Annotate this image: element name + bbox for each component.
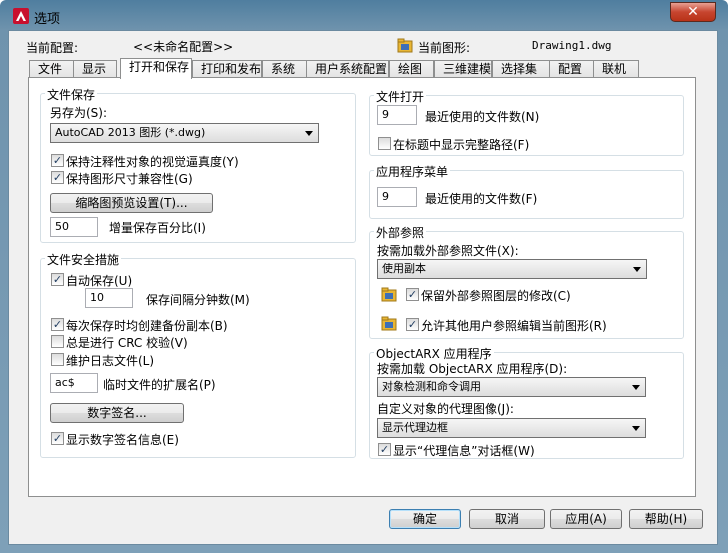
app-menu-recent-input[interactable]: 9 [377, 187, 417, 207]
recent-files-label: 最近使用的文件数(N) [425, 110, 540, 124]
digital-signatures-button[interactable]: 数字签名... [50, 403, 184, 423]
proxy-image-label: 自定义对象的代理图像(J): [377, 402, 514, 416]
proxy-image-select-value: 显示代理边框 [382, 421, 448, 434]
proxy-info-checkbox[interactable]: ✓ [378, 443, 391, 456]
current-drawing-value: Drawing1.dwg [532, 39, 612, 52]
file-save-title: 文件保存 [45, 86, 98, 103]
chevron-down-icon [632, 385, 640, 390]
window-title: 选项 [34, 12, 61, 27]
saveas-label: 另存为(S): [50, 106, 108, 120]
tab-profiles[interactable]: 配置 [549, 60, 594, 78]
maintain-drawing-label: 保持图形尺寸兼容性(G) [66, 172, 193, 186]
temp-ext-label: 临时文件的扩展名(P) [103, 378, 216, 392]
proxy-image-select[interactable]: 显示代理边框 [377, 418, 646, 438]
objectarx-load-label: 按需加载 ObjectARX 应用程序(D): [377, 362, 568, 376]
drawing-file-icon [397, 38, 413, 53]
tab-drafting[interactable]: 绘图 [389, 60, 434, 78]
file-safety-title: 文件安全措施 [45, 251, 122, 268]
file-open-title: 文件打开 [374, 88, 427, 105]
xref-demand-select[interactable]: 使用副本 [377, 259, 647, 279]
autosave-label: 自动保存(U) [66, 274, 133, 288]
app-menu-title: 应用程序菜单 [374, 163, 451, 180]
current-drawing-label: 当前图形: [418, 41, 471, 55]
autosave-minutes-label: 保存间隔分钟数(M) [146, 293, 250, 307]
recent-files-input[interactable]: 9 [377, 105, 417, 125]
tab-plot-publish[interactable]: 打印和发布 [192, 60, 262, 78]
crc-label: 总是进行 CRC 校验(V) [66, 336, 188, 350]
objectarx-load-select[interactable]: 对象检测和命令调用 [377, 377, 646, 397]
autosave-minutes-input[interactable]: 10 [85, 288, 133, 308]
tab-system[interactable]: 系统 [262, 60, 307, 78]
objectarx-load-select-value: 对象检测和命令调用 [382, 380, 481, 393]
xref-edit-icon [381, 316, 397, 331]
allow-xref-edit-label: 允许其他用户参照编辑当前图形(R) [421, 319, 607, 333]
show-signature-label: 显示数字签名信息(E) [66, 433, 179, 447]
options-dialog: 选项 ✕ 当前配置: <<未命名配置>> 当前图形: Drawing1.dwg … [0, 0, 728, 553]
retain-xref-checkbox[interactable]: ✓ [406, 288, 419, 301]
allow-xref-edit-checkbox[interactable]: ✓ [406, 318, 419, 331]
thumbnail-settings-button[interactable]: 缩略图预览设置(T)... [50, 193, 213, 213]
maintain-drawing-checkbox[interactable]: ✓ [51, 171, 64, 184]
app-menu-recent-label: 最近使用的文件数(F) [425, 192, 538, 206]
crc-checkbox[interactable] [51, 335, 64, 348]
tab-files[interactable]: 文件 [29, 60, 74, 78]
chevron-down-icon [633, 267, 641, 272]
incremental-save-input[interactable]: 50 [50, 217, 98, 237]
full-path-checkbox[interactable] [378, 137, 391, 150]
help-button[interactable]: 帮助(H) [629, 509, 703, 529]
title-bar: 选项 ✕ [0, 0, 728, 30]
tab-3d-modeling[interactable]: 三维建模 [434, 60, 492, 78]
backup-checkbox[interactable]: ✓ [51, 318, 64, 331]
retain-xref-label: 保留外部参照图层的修改(C) [421, 289, 571, 303]
autosave-checkbox[interactable]: ✓ [51, 273, 64, 286]
logfile-checkbox[interactable] [51, 353, 64, 366]
backup-label: 每次保存时均创建备份副本(B) [66, 319, 228, 333]
maintain-visual-checkbox[interactable]: ✓ [51, 154, 64, 167]
apply-button[interactable]: 应用(A) [550, 509, 622, 529]
xref-demand-select-value: 使用副本 [382, 262, 426, 275]
tab-online[interactable]: 联机 [593, 60, 639, 78]
ok-button[interactable]: 确定 [389, 509, 461, 529]
cancel-button[interactable]: 取消 [469, 509, 545, 529]
maintain-visual-label: 保持注释性对象的视觉逼真度(Y) [66, 155, 239, 169]
current-profile-value: <<未命名配置>> [133, 40, 234, 54]
proxy-info-label: 显示“代理信息”对话框(W) [393, 444, 535, 458]
xref-title: 外部参照 [374, 224, 427, 241]
logfile-label: 维护日志文件(L) [66, 354, 155, 368]
temp-ext-input[interactable]: ac$ [50, 373, 98, 393]
full-path-label: 在标题中显示完整路径(F) [393, 138, 530, 152]
incremental-save-label: 增量保存百分比(I) [109, 221, 206, 235]
current-profile-label: 当前配置: [26, 41, 79, 55]
tab-open-save[interactable]: 打开和保存 [120, 58, 192, 79]
autocad-logo-icon [13, 8, 29, 24]
saveas-select-value: AutoCAD 2013 图形 (*.dwg) [55, 126, 206, 139]
show-signature-checkbox[interactable]: ✓ [51, 432, 64, 445]
chevron-down-icon [305, 131, 313, 136]
tab-user-preferences[interactable]: 用户系统配置 [306, 60, 389, 78]
xref-demand-label: 按需加载外部参照文件(X): [377, 244, 519, 258]
close-button[interactable]: ✕ [670, 2, 716, 22]
tab-display[interactable]: 显示 [73, 60, 117, 78]
tab-selection[interactable]: 选择集 [492, 60, 550, 78]
chevron-down-icon [632, 426, 640, 431]
xref-layer-icon [381, 287, 397, 302]
saveas-select[interactable]: AutoCAD 2013 图形 (*.dwg) [50, 123, 319, 143]
